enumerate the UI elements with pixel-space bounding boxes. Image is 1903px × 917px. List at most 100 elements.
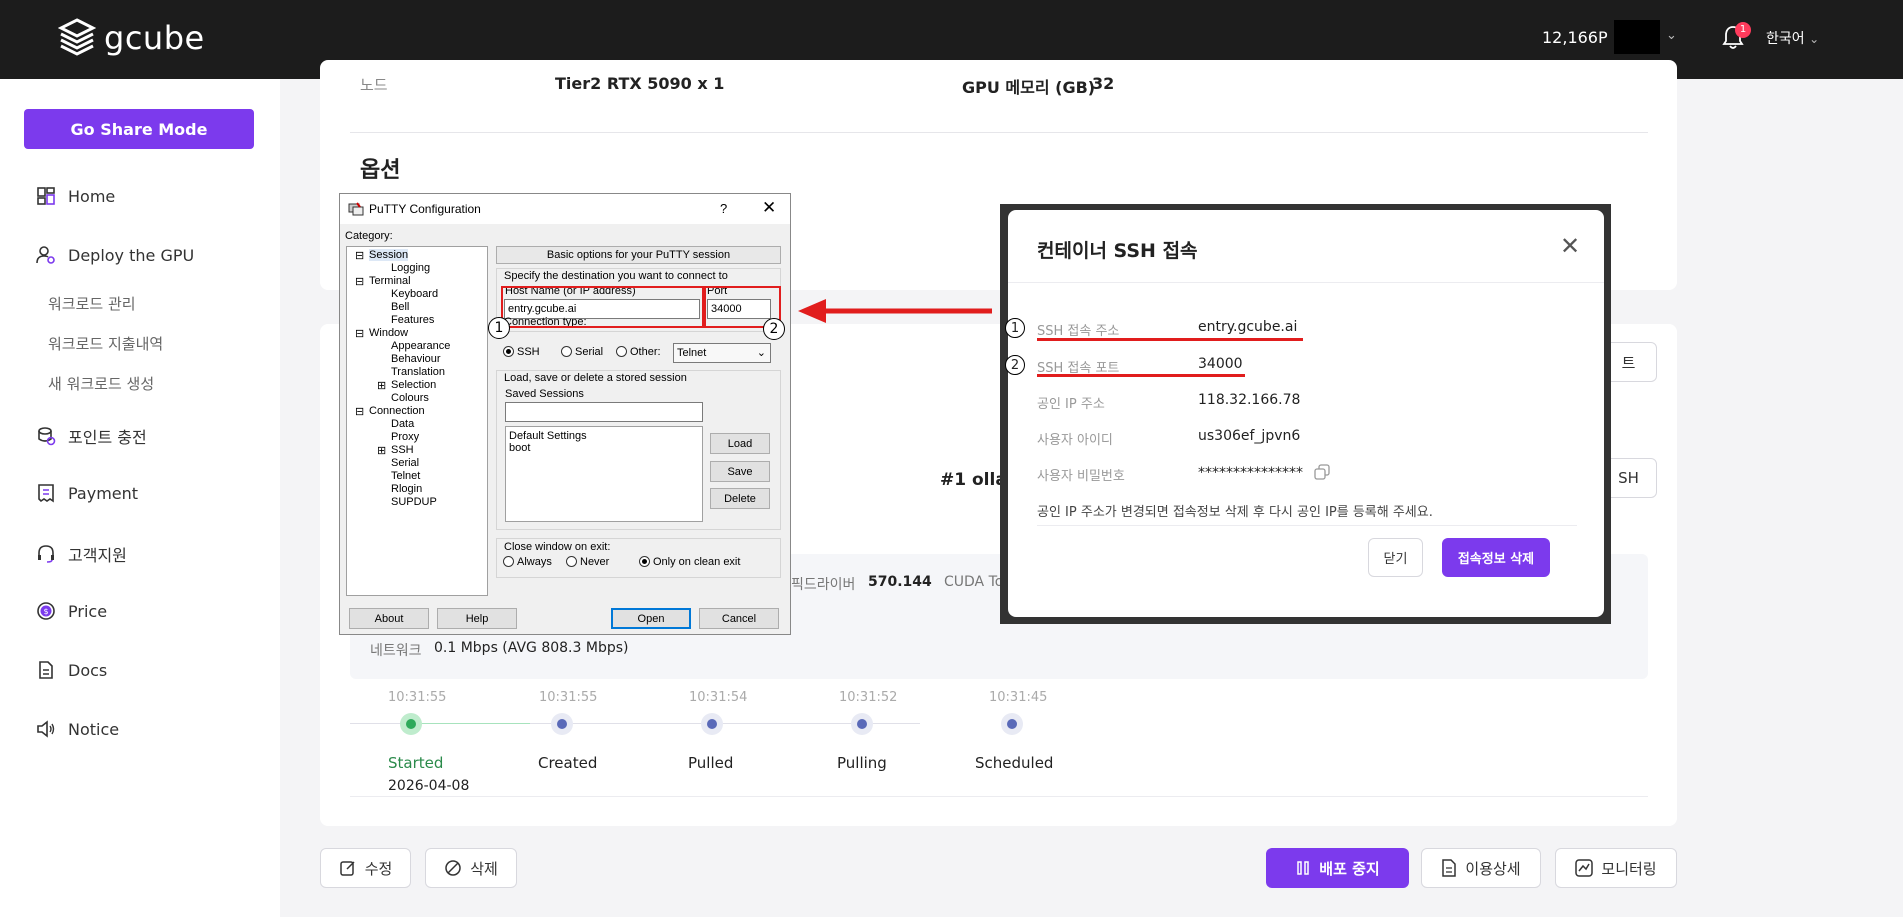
divider	[350, 132, 1648, 133]
logo-text: gcube	[104, 19, 205, 57]
sidebar-item-notice[interactable]: Notice	[36, 719, 119, 739]
radio-never[interactable]: Never	[566, 556, 609, 568]
modal-close-button[interactable]: 닫기	[1368, 538, 1423, 577]
tree-item-appearance[interactable]: Appearance	[391, 340, 450, 352]
user-avatar[interactable]	[1614, 20, 1660, 54]
tree-item-data[interactable]: Data	[391, 418, 414, 430]
load-button[interactable]: Load	[710, 433, 770, 454]
tree-item-colours[interactable]: Colours	[391, 392, 429, 404]
tree-item-selection[interactable]: Selection	[391, 379, 436, 391]
sidebar: Go Share Mode Home Deploy the GPU 워크로드 관…	[0, 79, 280, 917]
tree-item-connection[interactable]: Connection	[369, 405, 425, 417]
timeline-time: 10:31:54	[689, 690, 748, 705]
timeline-label: Created	[538, 754, 598, 772]
tree-expander-icon[interactable]: ⊟	[355, 249, 364, 262]
radio-clean-exit[interactable]: Only on clean exit	[639, 556, 740, 568]
sidebar-item-label: Price	[68, 601, 108, 621]
notification-badge: 1	[1735, 22, 1751, 38]
sidebar-item-points[interactable]: 포인트 충전	[36, 424, 147, 448]
headset-icon	[38, 545, 54, 563]
sessions-list[interactable]: Default Settings boot	[505, 426, 703, 522]
cuda-label: CUDA To	[944, 574, 1004, 590]
select-value: Telnet	[677, 347, 707, 359]
timeline-step-icon	[1001, 713, 1023, 735]
sidebar-item-support[interactable]: 고객지원	[36, 542, 127, 566]
close-icon[interactable]: ✕	[762, 198, 776, 218]
tree-item-features[interactable]: Features	[391, 314, 434, 326]
sidebar-item-home[interactable]: Home	[36, 186, 115, 206]
timeline-label: Scheduled	[975, 754, 1054, 772]
sidebar-sub-workload-spend[interactable]: 워크로드 지출내역	[48, 333, 163, 354]
delete-button[interactable]: 삭제	[425, 848, 517, 888]
user-menu-chevron-icon[interactable]: ⌄	[1666, 28, 1677, 43]
radio-ssh[interactable]: SSH	[503, 346, 540, 358]
sidebar-item-price[interactable]: $ Price	[36, 601, 107, 621]
tree-item-proxy[interactable]: Proxy	[391, 431, 419, 443]
radio-label: Other:	[630, 346, 661, 358]
cancel-button[interactable]: Cancel	[699, 608, 779, 629]
putty-help-glyph[interactable]: ?	[720, 201, 727, 216]
network-label: 네트워크	[370, 643, 422, 659]
tree-expander-icon[interactable]: ⊞	[377, 379, 386, 392]
tree-item-window[interactable]: Window	[369, 327, 408, 339]
tree-item-session[interactable]: Session	[369, 249, 409, 261]
tree-item-bell[interactable]: Bell	[391, 301, 409, 313]
tree-expander-icon[interactable]: ⊟	[355, 405, 364, 418]
edit-button[interactable]: 수정	[320, 848, 411, 888]
cube-logo-icon	[58, 18, 96, 56]
list-item[interactable]: Default Settings	[509, 427, 702, 442]
gcube-logo[interactable]: gcube	[58, 18, 205, 58]
category-tree[interactable]: ⊟ Session Logging ⊟ Terminal Keyboard Be…	[346, 246, 488, 596]
tree-item-keyboard[interactable]: Keyboard	[391, 288, 438, 300]
list-item[interactable]: boot	[509, 442, 702, 454]
about-button[interactable]: About	[349, 608, 429, 629]
radio-always[interactable]: Always	[503, 556, 552, 568]
radio-label: Never	[580, 556, 610, 568]
copy-icon[interactable]	[1314, 464, 1330, 480]
saved-sessions-label: Saved Sessions	[505, 388, 584, 400]
tree-item-supdup[interactable]: SUPDUP	[391, 496, 437, 508]
delete-button[interactable]: Delete	[710, 488, 770, 509]
delete-connection-button[interactable]: 접속정보 삭제	[1442, 538, 1550, 577]
document-icon	[39, 661, 53, 679]
pause-icon	[1297, 861, 1310, 875]
tree-item-logging[interactable]: Logging	[391, 262, 430, 274]
tree-expander-icon[interactable]: ⊟	[355, 327, 364, 340]
timeline-time: 10:31:55	[539, 690, 598, 705]
svg-text:$: $	[43, 607, 48, 616]
radio-label: SSH	[517, 346, 540, 358]
tree-item-behaviour[interactable]: Behaviour	[391, 353, 441, 365]
close-window-label: Close window on exit:	[504, 541, 611, 553]
tree-expander-icon[interactable]: ⊞	[377, 444, 386, 457]
tree-item-terminal[interactable]: Terminal	[369, 275, 411, 287]
ip-change-note: 공인 IP 주소가 변경되면 접속정보 삭제 후 다시 공인 IP를 등록해 주…	[1037, 505, 1433, 520]
tree-expander-icon[interactable]: ⊟	[355, 275, 364, 288]
other-protocol-select[interactable]: Telnet ⌄	[673, 343, 771, 363]
help-button[interactable]: Help	[437, 608, 517, 629]
block-icon	[445, 860, 461, 876]
stop-deploy-button[interactable]: 배포 중지	[1266, 848, 1409, 888]
tree-item-serial[interactable]: Serial	[391, 457, 419, 469]
close-icon[interactable]: ✕	[1560, 232, 1580, 260]
saved-session-name-input[interactable]	[505, 402, 703, 422]
sidebar-item-docs[interactable]: Docs	[36, 660, 107, 680]
sidebar-item-payment[interactable]: Payment	[36, 483, 138, 503]
radio-label: Only on clean exit	[653, 556, 741, 568]
monitoring-button[interactable]: 모니터링	[1555, 848, 1677, 888]
go-share-mode-button[interactable]: Go Share Mode	[24, 109, 254, 149]
timeline-time: 10:31:55	[388, 690, 447, 705]
sidebar-sub-new-workload[interactable]: 새 워크로드 생성	[48, 373, 154, 394]
tree-item-rlogin[interactable]: Rlogin	[391, 483, 422, 495]
ssh-address-label: SSH 접속 주소	[1037, 324, 1120, 339]
sidebar-sub-workload-manage[interactable]: 워크로드 관리	[48, 293, 136, 314]
tree-item-ssh[interactable]: SSH	[391, 444, 414, 456]
radio-serial[interactable]: Serial	[561, 346, 603, 358]
open-button[interactable]: Open	[611, 608, 691, 629]
radio-other[interactable]: Other:	[616, 346, 661, 358]
language-selector[interactable]: 한국어 ⌄	[1766, 28, 1819, 48]
save-button[interactable]: Save	[710, 461, 770, 482]
tree-item-translation[interactable]: Translation	[391, 366, 445, 378]
sidebar-item-deploy[interactable]: Deploy the GPU	[36, 245, 194, 265]
tree-item-telnet[interactable]: Telnet	[391, 470, 420, 482]
usage-detail-button[interactable]: 이용상세	[1421, 848, 1541, 888]
